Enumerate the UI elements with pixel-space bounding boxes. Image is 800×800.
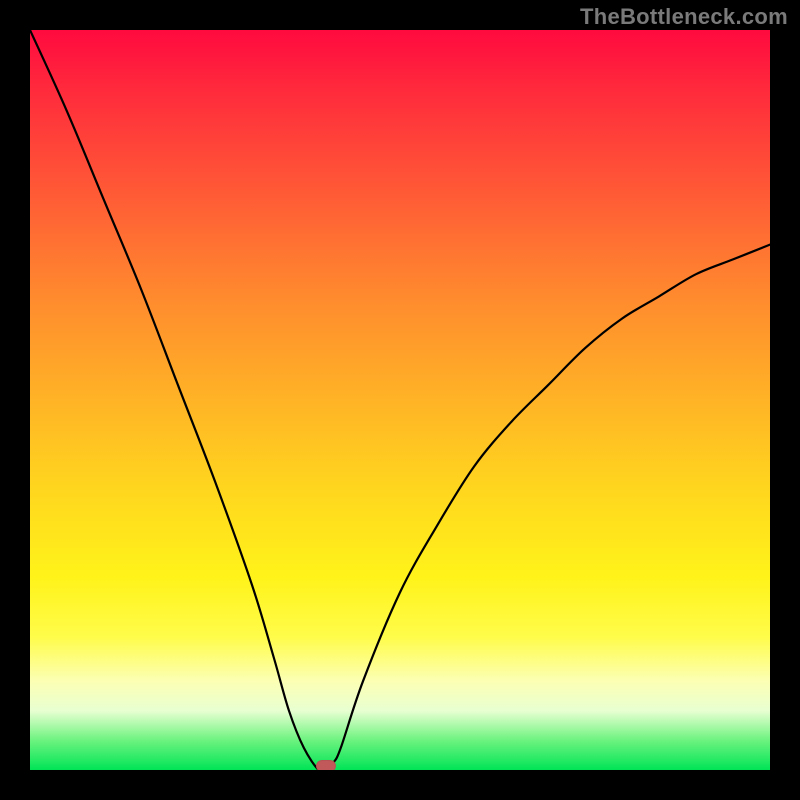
plot-area	[30, 30, 770, 770]
min-marker	[316, 760, 336, 770]
bottleneck-curve	[30, 30, 770, 770]
chart-frame: TheBottleneck.com	[0, 0, 800, 800]
watermark-text: TheBottleneck.com	[580, 4, 788, 30]
